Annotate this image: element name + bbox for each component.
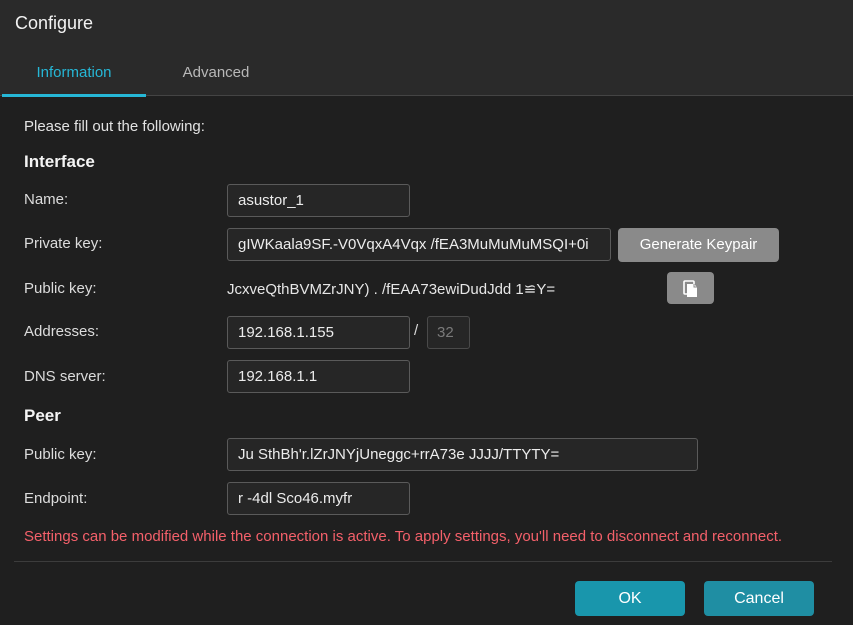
- footer-divider: [14, 561, 832, 562]
- configure-dialog: Configure Information Advanced Please fi…: [0, 0, 853, 625]
- ok-button[interactable]: OK: [575, 581, 685, 616]
- interface-heading: Interface: [24, 152, 95, 171]
- endpoint-label: Endpoint:: [24, 490, 88, 507]
- generate-keypair-button[interactable]: Generate Keypair: [618, 228, 779, 262]
- peer-heading: Peer: [24, 406, 61, 425]
- cancel-button[interactable]: Cancel: [704, 581, 814, 616]
- private-key-input[interactable]: gIWKaala9SF.-V0VqxA4Vqx /fEA3MuMuMuMSQI+…: [227, 228, 611, 261]
- dialog-title: Configure: [15, 13, 94, 33]
- name-label: Name:: [24, 191, 69, 208]
- peer-public-key-input[interactable]: Ju SthBh'r.lZrJNYjUneggc+rrA73e JJJJ/TTY…: [227, 438, 698, 471]
- endpoint-input[interactable]: r -4dl Sco46.myfr: [227, 482, 410, 515]
- public-key-value: JcxveQthBVMZrJNY) . /fEAA73ewiDudJdd 1≌Y…: [227, 281, 556, 298]
- warning-message: Settings can be modified while the conne…: [24, 528, 783, 545]
- address-separator: /: [414, 322, 419, 339]
- copy-public-key-button[interactable]: [667, 272, 714, 304]
- address-input[interactable]: 192.168.1.155: [227, 316, 410, 349]
- prefix-input[interactable]: 32: [427, 316, 470, 349]
- name-input[interactable]: asustor_1: [227, 184, 410, 217]
- dns-server-label: DNS server:: [24, 368, 106, 385]
- tab-advanced[interactable]: Advanced: [146, 50, 286, 96]
- dns-server-input[interactable]: 192.168.1.1: [227, 360, 410, 393]
- dialog-titlebar: Configure: [0, 0, 853, 50]
- intro-text: Please fill out the following:: [24, 118, 205, 135]
- public-key-label: Public key:: [24, 280, 97, 297]
- peer-public-key-label: Public key:: [24, 446, 97, 463]
- tab-information[interactable]: Information: [2, 50, 146, 97]
- tab-bar: Information Advanced: [0, 50, 853, 97]
- private-key-label: Private key:: [24, 235, 103, 252]
- addresses-label: Addresses:: [24, 323, 100, 340]
- copy-icon: [683, 280, 697, 297]
